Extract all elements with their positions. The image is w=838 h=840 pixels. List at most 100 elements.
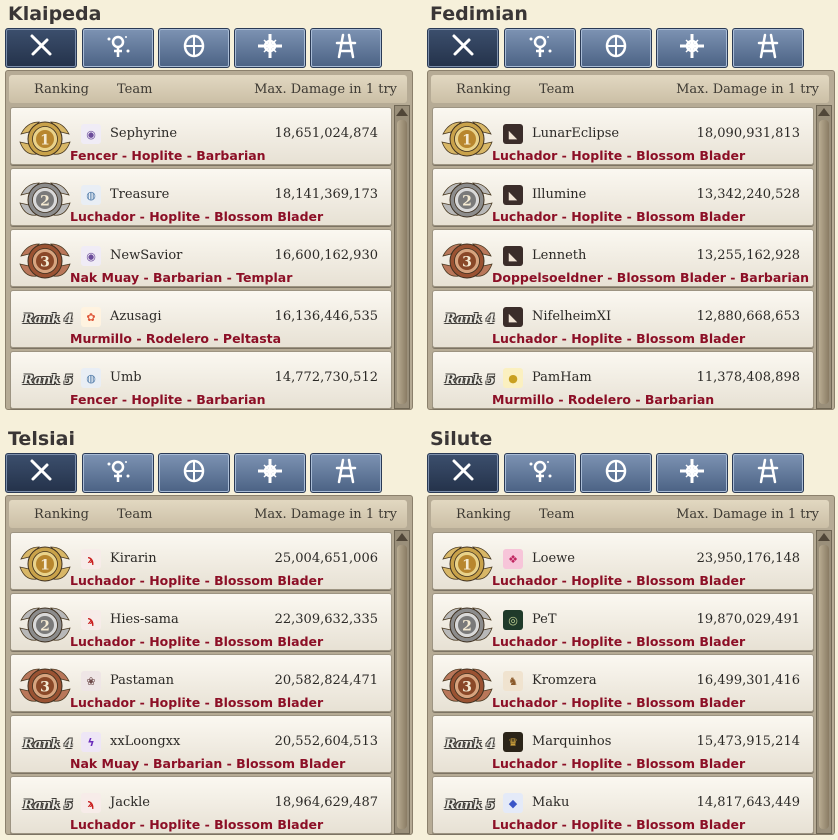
team-name: Loewe bbox=[532, 551, 575, 566]
class-tab-4[interactable] bbox=[310, 28, 382, 68]
team-name: PamHam bbox=[532, 370, 592, 385]
class-tab-4[interactable] bbox=[732, 28, 804, 68]
max-damage-value: 18,141,369,173 bbox=[274, 187, 378, 202]
class-tab-bar bbox=[427, 453, 807, 493]
ranking-row[interactable]: 3 ❀ Pastaman 20,582,824,471 Luchador - Hopli… bbox=[10, 654, 392, 712]
class-tab-2[interactable] bbox=[158, 28, 230, 68]
class-tab-bar bbox=[427, 28, 807, 68]
scroll-thumb[interactable] bbox=[819, 120, 829, 404]
svg-text:3: 3 bbox=[462, 680, 472, 696]
team-name: Treasure bbox=[110, 187, 170, 202]
ranking-table: Ranking Team Max. Damage in 1 try 1 ◣ LunarEc… bbox=[427, 70, 835, 410]
scrollbar[interactable] bbox=[816, 530, 832, 834]
ranking-row[interactable]: 3 ◉ NewSavior 16,600,162,930 Nak Muay - Barb… bbox=[10, 229, 392, 287]
team-name: PeT bbox=[532, 612, 557, 627]
ranking-row[interactable]: Rank 4 ♛ Marquinhos 15,473,915,214 Luchador … bbox=[432, 715, 814, 773]
class-tab-1[interactable] bbox=[82, 28, 154, 68]
rank-medal-icon: 1 bbox=[17, 116, 73, 160]
ranking-row[interactable]: Rank 5 ● PamHam 11,378,408,898 Murmillo - Ro… bbox=[432, 351, 814, 409]
svg-text:2: 2 bbox=[40, 194, 50, 210]
class-tab-0[interactable] bbox=[5, 28, 77, 68]
purple-dragon-avatar-icon: ϟ bbox=[81, 732, 101, 752]
ranking-row[interactable]: 1 ◣ LunarEclipse 18,090,931,813 Luchador - H… bbox=[432, 107, 814, 165]
team-classes: Luchador - Hoplite - Blossom Blader bbox=[492, 756, 746, 771]
horse-avatar-icon: ♞ bbox=[503, 671, 523, 691]
ranking-row[interactable]: Rank 4 ✿ Azusagi 16,136,446,535 Murmillo - R… bbox=[10, 290, 392, 348]
header-ranking: Ranking bbox=[456, 507, 511, 522]
rank-label: Rank 5 bbox=[23, 373, 73, 388]
scroll-thumb[interactable] bbox=[397, 545, 407, 829]
rank-medal-icon: 1 bbox=[439, 541, 495, 585]
class-tab-1[interactable] bbox=[82, 453, 154, 493]
ranking-row[interactable]: Rank 4 ◣ NifelheimXI 12,880,668,653 Luchador… bbox=[432, 290, 814, 348]
ranking-row[interactable]: 2 ◣ Illumine 13,342,240,528 Luchador - Hopli… bbox=[432, 168, 814, 226]
archer-class-icon bbox=[601, 31, 631, 65]
scroll-up-arrow-icon[interactable] bbox=[818, 533, 830, 541]
class-tab-0[interactable] bbox=[427, 28, 499, 68]
round-creature-avatar-icon: ◍ bbox=[81, 185, 101, 205]
scrollbar[interactable] bbox=[394, 105, 410, 409]
ranking-row[interactable]: Rank 4 ϟ xxLoongxx 20,552,604,513 Nak Muay -… bbox=[10, 715, 392, 773]
ranking-table: Ranking Team Max. Damage in 1 try 1 ◉ Sephyri… bbox=[5, 70, 413, 410]
red-bird-avatar-icon: ϡ bbox=[81, 549, 101, 569]
max-damage-value: 18,964,629,487 bbox=[274, 795, 378, 810]
class-tab-2[interactable] bbox=[158, 453, 230, 493]
team-name: Kromzera bbox=[532, 673, 597, 688]
class-tab-3[interactable] bbox=[656, 453, 728, 493]
ranking-row[interactable]: 2 ◍ Treasure 18,141,369,173 Luchador - Hopli… bbox=[10, 168, 392, 226]
scroll-up-arrow-icon[interactable] bbox=[818, 108, 830, 116]
scroll-up-arrow-icon[interactable] bbox=[396, 108, 408, 116]
table-header: Ranking Team Max. Damage in 1 try bbox=[431, 75, 829, 103]
max-damage-value: 16,600,162,930 bbox=[274, 248, 378, 263]
class-tab-0[interactable] bbox=[5, 453, 77, 493]
team-classes: Luchador - Hoplite - Blossom Blader bbox=[492, 148, 746, 163]
team-classes: Luchador - Hoplite - Blossom Blader bbox=[492, 817, 746, 832]
swordsman-class-icon bbox=[448, 456, 478, 490]
ranking-row[interactable]: 1 ❖ Loewe 23,950,176,148 Luchador - Hoplite … bbox=[432, 532, 814, 590]
wizard-class-icon bbox=[525, 456, 555, 490]
server-title: Telsiai bbox=[8, 428, 75, 450]
class-tab-3[interactable] bbox=[656, 28, 728, 68]
scroll-up-arrow-icon[interactable] bbox=[396, 533, 408, 541]
class-tab-1[interactable] bbox=[504, 28, 576, 68]
ranking-row[interactable]: 1 ϡ Kirarin 25,004,651,006 Luchador - Hoplit… bbox=[10, 532, 392, 590]
ranking-row[interactable]: 1 ◉ Sephyrine 18,651,024,874 Fencer - Hoplit… bbox=[10, 107, 392, 165]
archer-class-icon bbox=[179, 456, 209, 490]
ranking-row[interactable]: Rank 5 ◍ Umb 14,772,730,512 Fencer - Hoplite… bbox=[10, 351, 392, 409]
anime-portrait-avatar-icon: ◣ bbox=[503, 246, 523, 266]
ranking-row[interactable]: 2 ◎ PeT 19,870,029,491 Luchador - Hoplite - … bbox=[432, 593, 814, 651]
scroll-thumb[interactable] bbox=[397, 120, 407, 404]
class-tab-4[interactable] bbox=[732, 453, 804, 493]
class-tab-4[interactable] bbox=[310, 453, 382, 493]
class-tab-2[interactable] bbox=[580, 453, 652, 493]
class-tab-1[interactable] bbox=[504, 453, 576, 493]
max-damage-value: 18,090,931,813 bbox=[696, 126, 800, 141]
scrollbar[interactable] bbox=[394, 530, 410, 834]
cleric-class-icon bbox=[677, 456, 707, 490]
team-name: xxLoongxx bbox=[110, 734, 181, 749]
team-classes: Luchador - Hoplite - Blossom Blader bbox=[70, 573, 324, 588]
class-tab-2[interactable] bbox=[580, 28, 652, 68]
rank-label: Rank 4 bbox=[445, 312, 495, 327]
wizard-class-icon bbox=[103, 31, 133, 65]
team-name: LunarEclipse bbox=[532, 126, 620, 141]
ranking-row[interactable]: 3 ◣ Lenneth 13,255,162,928 Doppelsoeldner - … bbox=[432, 229, 814, 287]
pig-avatar-icon: ◉ bbox=[81, 246, 101, 266]
ranking-row[interactable]: Rank 5 ϡ Jackle 18,964,629,487 Luchador - Ho… bbox=[10, 776, 392, 834]
class-tab-0[interactable] bbox=[427, 453, 499, 493]
ranking-row[interactable]: Rank 5 ◆ Maku 14,817,643,449 Luchador - Hopl… bbox=[432, 776, 814, 834]
header-max-damage: Max. Damage in 1 try bbox=[676, 82, 819, 97]
scrollbar[interactable] bbox=[816, 105, 832, 409]
rank-medal-icon: 3 bbox=[439, 663, 495, 707]
class-tab-3[interactable] bbox=[234, 453, 306, 493]
team-classes: Nak Muay - Barbarian - Blossom Blader bbox=[70, 756, 346, 771]
server-title: Silute bbox=[430, 428, 493, 450]
header-team: Team bbox=[117, 507, 153, 522]
ranking-row[interactable]: 2 ϡ Hies-sama 22,309,632,335 Luchador - Hopl… bbox=[10, 593, 392, 651]
class-tab-3[interactable] bbox=[234, 28, 306, 68]
swordsman-class-icon bbox=[26, 31, 56, 65]
rank-label: Rank 5 bbox=[445, 798, 495, 813]
ranking-row[interactable]: 3 ♞ Kromzera 16,499,301,416 Luchador - Hopli… bbox=[432, 654, 814, 712]
team-classes: Nak Muay - Barbarian - Templar bbox=[70, 270, 293, 285]
scroll-thumb[interactable] bbox=[819, 545, 829, 829]
